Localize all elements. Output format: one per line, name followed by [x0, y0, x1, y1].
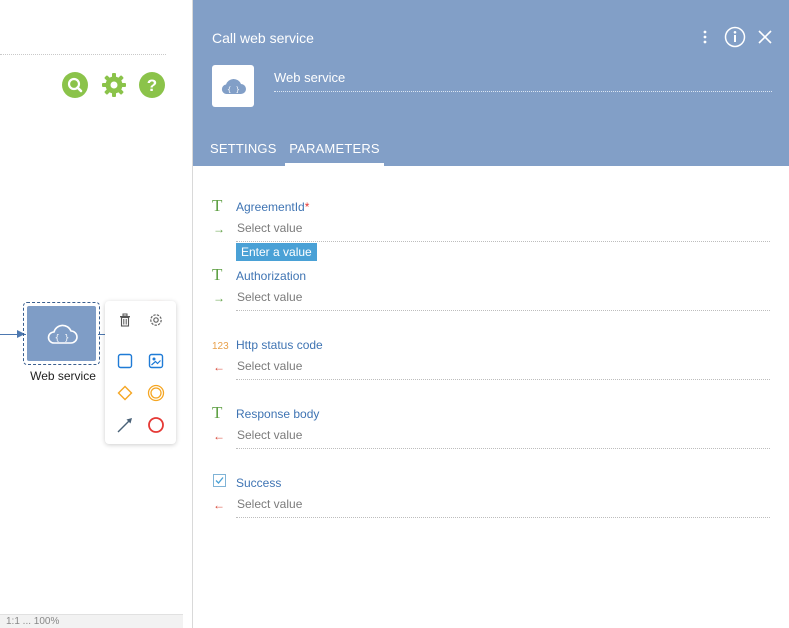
element-settings-button[interactable] [144, 308, 168, 332]
close-icon [758, 30, 772, 44]
active-tab-indicator [285, 163, 384, 166]
add-intermediate-event-button[interactable] [144, 381, 168, 405]
parameter-row: T Authorization → Select value [193, 266, 789, 335]
add-image-task-button[interactable] [144, 349, 168, 373]
cloud-code-icon: { } [221, 79, 246, 94]
node-context-menu [105, 301, 176, 444]
help-button[interactable]: ? [139, 72, 165, 98]
search-button[interactable] [62, 72, 88, 98]
parameter-row: Success ← Select value [193, 473, 789, 542]
text-type-icon: T [212, 265, 223, 284]
image-task-icon [148, 353, 164, 369]
svg-text:{ }: { } [227, 86, 240, 94]
parameter-name[interactable]: Success [236, 476, 281, 490]
tooltip: Enter a value [236, 243, 317, 261]
canvas-status-bar: 1:1 ... 100% [0, 614, 183, 628]
more-options-button[interactable] [694, 26, 716, 48]
search-icon [62, 72, 88, 98]
tab-parameters[interactable]: PARAMETERS [285, 134, 384, 166]
parameter-name[interactable]: Http status code [236, 338, 323, 352]
add-task-button[interactable] [113, 349, 137, 373]
svg-text:{ }: { } [54, 333, 68, 342]
canvas-divider [0, 54, 166, 55]
trash-icon [120, 313, 130, 327]
element-type-icon: { } [212, 65, 254, 107]
flow-arrow-icon [117, 418, 132, 433]
delete-button[interactable] [113, 308, 137, 332]
kebab-menu-icon [703, 30, 707, 44]
tab-settings[interactable]: SETTINGS [210, 134, 280, 166]
parameter-row: T Response body ← Select value [193, 404, 789, 473]
tab-settings-label: SETTINGS [210, 141, 277, 156]
text-type-icon: T [212, 403, 223, 422]
process-canvas[interactable]: ? { } Web service 1:1 ... 100% [0, 0, 192, 628]
gateway-diamond-icon [117, 385, 133, 401]
input-direction-icon: → [213, 291, 225, 305]
output-direction-icon: ← [213, 360, 225, 374]
parameter-name[interactable]: AgreementId* [236, 200, 309, 214]
close-button[interactable] [754, 26, 776, 48]
parameter-name-text: AgreementId [236, 200, 305, 214]
panel-title: Call web service [212, 30, 314, 46]
add-end-event-button[interactable] [144, 413, 168, 437]
parameter-value-field[interactable]: Select value [236, 424, 770, 449]
settings-button[interactable] [101, 72, 127, 98]
process-designer: ? { } Web service 1:1 ... 100% Call web … [0, 0, 789, 628]
cloud-code-icon: { } [47, 324, 78, 344]
web-service-node[interactable]: { } [27, 306, 96, 361]
output-direction-icon: ← [213, 429, 225, 443]
parameter-name[interactable]: Authorization [236, 269, 306, 283]
parameter-value-field[interactable]: Select value [236, 286, 770, 311]
info-icon [724, 26, 746, 48]
gear-icon [102, 73, 126, 97]
properties-panel: Call web service {} Web service SETTING… [192, 0, 789, 628]
add-gateway-button[interactable] [113, 381, 137, 405]
tab-parameters-label: PARAMETERS [289, 141, 380, 156]
text-type-icon: T [212, 196, 223, 215]
end-event-icon [148, 417, 164, 433]
svg-text:?: ? [147, 76, 157, 95]
parameter-value-field[interactable]: Select value [236, 493, 770, 518]
boolean-type-icon [213, 474, 226, 487]
help-icon: ? [139, 72, 165, 98]
parameter-row: T AgreementId* → Select value Enter a va… [193, 197, 789, 266]
intermediate-event-icon [147, 384, 165, 402]
parameter-name[interactable]: Response body [236, 407, 319, 421]
info-button[interactable] [724, 26, 746, 48]
settings-icon [150, 314, 162, 326]
add-flow-button[interactable] [113, 413, 137, 437]
panel-header: Call web service {} Web service SETTING… [193, 0, 789, 166]
input-direction-icon: → [213, 222, 225, 236]
required-marker: * [304, 200, 310, 214]
task-square-icon [117, 353, 133, 369]
number-type-icon: 123 [212, 341, 229, 352]
output-direction-icon: ← [213, 498, 225, 512]
parameter-value-field[interactable]: Select value [236, 217, 770, 242]
element-name-input[interactable]: Web service [274, 68, 772, 92]
checkmark-icon [215, 477, 224, 484]
parameter-row: 123 Http status code ← Select value [193, 335, 789, 404]
parameter-value-field[interactable]: Select value [236, 355, 770, 380]
